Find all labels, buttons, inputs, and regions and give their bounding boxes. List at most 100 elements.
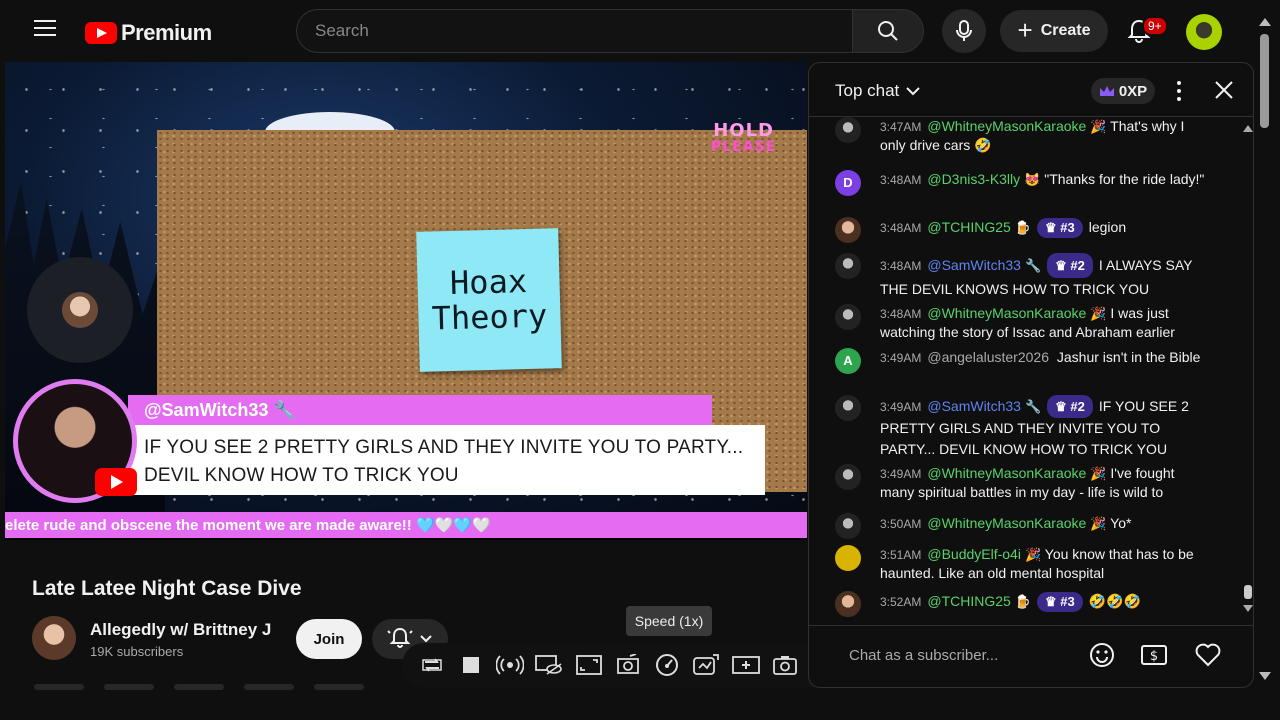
- search-input[interactable]: [296, 9, 852, 53]
- page-scroll-up-icon[interactable]: [1259, 18, 1271, 26]
- chat-message-body: 3:49AM @SamWitch33 🔧 ♛ #2 IF YOU SEE 2 PRETT…: [880, 395, 1210, 460]
- audio-boost-button[interactable]: [691, 650, 721, 680]
- hold-please-graphic: HOLD PLEASE: [711, 122, 777, 155]
- author-emoji: 🎉: [1090, 516, 1107, 531]
- extension-toolbar: [402, 643, 854, 687]
- host-camera-circle: [27, 257, 133, 363]
- add-marker-button[interactable]: [731, 650, 761, 680]
- close-icon[interactable]: [1211, 77, 1237, 103]
- account-avatar[interactable]: [1186, 14, 1222, 50]
- chat-message-body: 3:47AM @WhitneyMasonKaraoke 🎉 That's why I…: [880, 117, 1210, 154]
- like-button[interactable]: [1193, 640, 1223, 670]
- please-text: PLEASE: [711, 139, 777, 155]
- scroll-thumb[interactable]: [1244, 585, 1252, 599]
- chat-author[interactable]: @WhitneyMasonKaraoke: [927, 118, 1086, 134]
- chat-author[interactable]: @angelaluster2026: [927, 349, 1049, 365]
- scroll-up-arrow-icon[interactable]: [1243, 125, 1253, 132]
- page-scrollbar[interactable]: [1258, 18, 1272, 684]
- camera-icon: [773, 656, 797, 675]
- chevron-down-icon: [906, 87, 920, 96]
- channel-name[interactable]: Allegedly w/ Brittney J: [90, 620, 271, 640]
- chat-text: legion: [1088, 219, 1127, 235]
- rank-label: #2: [1070, 399, 1085, 414]
- dollar-card-icon: $: [1141, 645, 1167, 665]
- chat-input[interactable]: [849, 640, 1069, 670]
- chat-message-body: 3:48AM @SamWitch33 🔧 ♛ #2 I ALWAYS SAY THE D…: [880, 253, 1210, 301]
- chat-timestamp: 3:48AM: [880, 221, 922, 235]
- super-chat-button[interactable]: $: [1139, 640, 1169, 670]
- xp-label: 0XP: [1118, 82, 1148, 100]
- loop-button[interactable]: [417, 650, 447, 680]
- crown-icon: [1099, 86, 1114, 96]
- menu-icon[interactable]: [34, 20, 56, 42]
- chat-author-avatar[interactable]: A: [835, 348, 861, 374]
- join-button[interactable]: Join: [296, 619, 362, 659]
- notifications-button[interactable]: 9+: [1120, 12, 1168, 52]
- chat-timestamp: 3:49AM: [880, 400, 922, 414]
- search-button[interactable]: [852, 9, 924, 53]
- xp-badge[interactable]: 0XP: [1091, 78, 1155, 104]
- chat-author-avatar[interactable]: [835, 464, 861, 490]
- chat-author[interactable]: @WhitneyMasonKaraoke: [927, 305, 1086, 321]
- page-scroll-thumb[interactable]: [1260, 34, 1269, 128]
- video-player[interactable]: HOLD PLEASE Hoax Theory @SamWitch33 🔧 IF…: [5, 62, 807, 540]
- chat-header: Top chat 0XP: [809, 63, 1253, 117]
- chat-author-avatar[interactable]: [835, 545, 861, 571]
- channel-avatar[interactable]: [32, 616, 76, 660]
- rank-label: #2: [1070, 258, 1085, 273]
- page-scroll-down-icon[interactable]: [1259, 672, 1271, 680]
- chat-timestamp: 3:48AM: [880, 173, 922, 187]
- notification-count-badge: 9+: [1142, 16, 1168, 36]
- featured-comment-line-2: DEVIL KNOW HOW TO TRICK YOU: [144, 464, 459, 486]
- scroll-down-arrow-icon[interactable]: [1243, 605, 1253, 612]
- chat-mode-dropdown[interactable]: Top chat: [835, 81, 921, 101]
- youtube-premium-logo[interactable]: Premium: [85, 20, 212, 46]
- chat-author-avatar[interactable]: [835, 395, 861, 421]
- broadcast-button[interactable]: [495, 650, 525, 680]
- chat-author-avatar[interactable]: [835, 304, 861, 330]
- chat-author[interactable]: @WhitneyMasonKaraoke: [927, 515, 1086, 531]
- chat-timestamp: 3:47AM: [880, 120, 922, 134]
- chat-author-avatar[interactable]: [835, 591, 861, 617]
- create-button[interactable]: + Create: [1000, 10, 1108, 52]
- chat-author[interactable]: @D3nis3-K3lly: [927, 171, 1020, 187]
- more-options-icon[interactable]: [1169, 79, 1189, 103]
- smiley-icon: [1090, 643, 1114, 667]
- emoji-button[interactable]: [1087, 640, 1117, 670]
- youtube-play-icon: [95, 468, 137, 496]
- chat-author[interactable]: @SamWitch33: [927, 257, 1021, 273]
- chat-text: Jashur isn't in the Bible: [1056, 349, 1201, 365]
- microphone-icon: [956, 20, 972, 41]
- stop-button[interactable]: [456, 650, 486, 680]
- chat-author[interactable]: @BuddyElf-o4i: [927, 546, 1021, 562]
- chat-author-avatar[interactable]: [835, 513, 861, 539]
- create-label: Create: [1040, 22, 1091, 39]
- voice-search-button[interactable]: [942, 9, 986, 53]
- filter-icon: [617, 654, 639, 674]
- author-emoji: 🔧: [1024, 258, 1042, 273]
- chat-timestamp: 3:49AM: [880, 467, 922, 481]
- hide-overlay-button[interactable]: [534, 650, 564, 680]
- scrolling-ticker: elete rude and obscene the moment we are…: [5, 512, 807, 538]
- chat-author[interactable]: @SamWitch33: [927, 398, 1021, 414]
- author-emoji: 🎉: [1024, 547, 1042, 562]
- chat-author-avatar[interactable]: [835, 253, 861, 279]
- picture-in-picture-button[interactable]: [574, 650, 604, 680]
- chat-text: "Thanks for the ride lady!": [1044, 171, 1205, 187]
- chat-author-avatar[interactable]: [835, 117, 861, 143]
- chat-author[interactable]: @TCHING25: [927, 593, 1010, 609]
- filters-button[interactable]: [613, 650, 643, 680]
- plus-icon: +: [1017, 14, 1033, 45]
- heart-icon: [1195, 643, 1221, 667]
- chat-message-list: 3:47AM @WhitneyMasonKaraoke 🎉 That's why I…: [809, 117, 1253, 617]
- speed-button[interactable]: [652, 650, 682, 680]
- chat-scrollbar[interactable]: [1243, 125, 1253, 615]
- featured-comment-line-1: IF YOU SEE 2 PRETTY GIRLS AND THEY INVIT…: [144, 437, 744, 458]
- chat-author-avatar[interactable]: D: [835, 170, 861, 196]
- chat-author[interactable]: @WhitneyMasonKaraoke: [927, 465, 1086, 481]
- chat-timestamp: 3:51AM: [880, 548, 922, 562]
- screenshot-button[interactable]: [770, 650, 800, 680]
- sticky-line-1: Hoax: [449, 261, 528, 302]
- chat-author[interactable]: @TCHING25: [927, 219, 1010, 235]
- chat-author-avatar[interactable]: [835, 217, 861, 243]
